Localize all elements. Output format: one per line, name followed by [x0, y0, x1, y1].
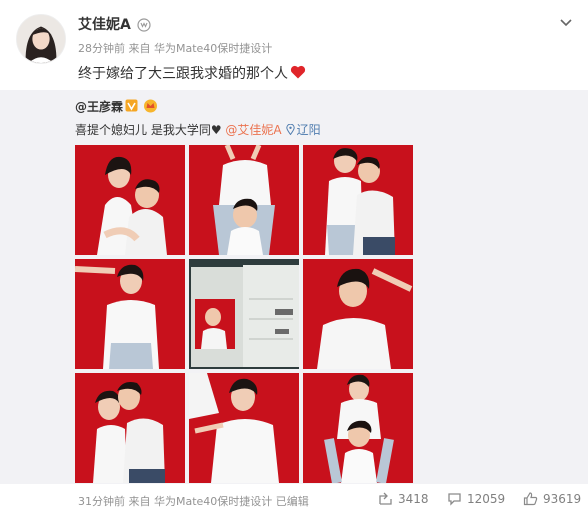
comment-count: 12059 [467, 491, 506, 506]
photo-grid [75, 145, 413, 484]
post-text: 终于嫁给了大三跟我求婚的那个人 [78, 66, 288, 82]
vip-badge-icon [137, 18, 151, 32]
photo-6[interactable] [303, 259, 413, 369]
photo-4[interactable] [75, 259, 185, 369]
repost-text: 喜提个媳妇儿 是我大学同♥ @艾佳妮A 辽阳 [75, 121, 321, 138]
post-content: 终于嫁给了大三跟我求婚的那个人 [78, 64, 306, 84]
heart-icon [290, 65, 306, 79]
comment-button[interactable]: 12059 [447, 491, 505, 506]
weibo-post: 艾佳妮A 28分钟前 来自 华为Mate40保时捷设计 终于嫁给了大三跟我求婚的… [0, 0, 588, 515]
mention-link[interactable]: @艾佳妮A [225, 123, 281, 137]
repost-text-main: 喜提个媳妇儿 是我大学同 [75, 123, 211, 137]
post-footer: 31分钟前 来自 华为Mate40保时捷设计 已编辑 3418 12059 93… [0, 484, 588, 515]
location-icon [285, 124, 295, 135]
post-meta: 28分钟前 来自 华为Mate40保时捷设计 [78, 42, 273, 55]
vip-crown-icon [144, 99, 157, 113]
repost-heart: ♥ [210, 123, 222, 137]
photo-3[interactable] [303, 145, 413, 255]
repost-count: 3418 [398, 491, 429, 506]
like-count: 93619 [543, 491, 582, 506]
chevron-down-icon[interactable] [558, 14, 574, 30]
repost-button[interactable]: 3418 [378, 491, 429, 506]
avatar[interactable] [16, 14, 66, 64]
photo-8[interactable] [189, 373, 299, 483]
photo-7[interactable] [75, 373, 185, 483]
author-name[interactable]: 艾佳妮A [78, 16, 131, 34]
like-button[interactable]: 93619 [523, 491, 581, 506]
verified-badge-icon [125, 99, 138, 112]
like-icon [523, 492, 538, 506]
repost-author[interactable]: @王彦霖 [75, 98, 123, 115]
photo-9[interactable] [303, 373, 413, 483]
photo-1[interactable] [75, 145, 185, 255]
repost-card[interactable]: @王彦霖 喜提个媳妇儿 是我大学同♥ @艾佳妮A 辽阳 [0, 90, 588, 484]
comment-icon [448, 493, 461, 506]
footer-meta: 31分钟前 来自 华为Mate40保时捷设计 已编辑 [78, 495, 309, 508]
repost-icon [379, 492, 392, 505]
location-link[interactable]: 辽阳 [297, 123, 321, 137]
photo-5[interactable] [189, 259, 299, 369]
photo-2[interactable] [189, 145, 299, 255]
